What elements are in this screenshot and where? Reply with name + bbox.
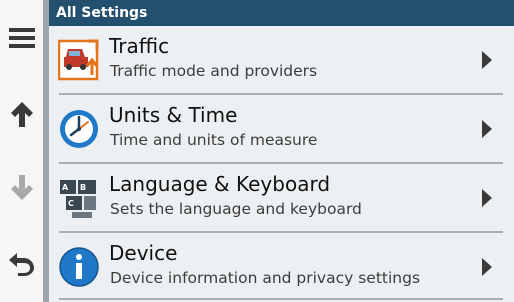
- settings-item-subtitle: Device information and privacy settings: [110, 269, 421, 287]
- page-title: All Settings: [49, 0, 514, 26]
- settings-list: Traffic Traffic mode and providers Units…: [49, 26, 514, 302]
- settings-item-subtitle: Traffic mode and providers: [110, 62, 318, 80]
- chevron-right-icon: [482, 51, 492, 69]
- keyboard-icon: A B C: [60, 180, 96, 218]
- back-icon: [8, 253, 34, 276]
- settings-item-title: Device: [109, 241, 178, 265]
- divider: [59, 298, 503, 300]
- settings-item-title: Traffic: [109, 34, 170, 58]
- menu-icon: [8, 28, 35, 48]
- arrow-up-icon: [10, 102, 33, 127]
- settings-item-subtitle: Sets the language and keyboard: [110, 200, 362, 218]
- settings-item-units-time[interactable]: Units & Time Time and units of measure: [49, 95, 514, 163]
- key-label-c: C: [68, 199, 74, 208]
- chevron-right-icon: [482, 120, 492, 138]
- clock-icon: [60, 110, 98, 148]
- settings-item-subtitle: Time and units of measure: [110, 131, 318, 149]
- back-button[interactable]: [0, 240, 43, 288]
- key-label-a: A: [62, 183, 69, 192]
- sidebar: [0, 0, 43, 302]
- traffic-icon: [58, 39, 99, 81]
- scroll-down-button[interactable]: [0, 164, 43, 212]
- menu-button[interactable]: [0, 14, 43, 62]
- settings-item-title: Language & Keyboard: [109, 172, 331, 196]
- arrow-down-icon: [10, 175, 33, 200]
- settings-item-language-keyboard[interactable]: A B C Language & Keyboard Sets the langu…: [49, 164, 514, 232]
- key-label-b: B: [80, 183, 86, 192]
- settings-item-device[interactable]: Device Device information and privacy se…: [49, 233, 514, 301]
- info-icon: [59, 247, 99, 287]
- settings-item-traffic[interactable]: Traffic Traffic mode and providers: [49, 26, 514, 94]
- settings-item-title: Units & Time: [109, 103, 238, 127]
- scroll-up-button[interactable]: [0, 90, 43, 138]
- chevron-right-icon: [482, 258, 492, 276]
- chevron-right-icon: [482, 189, 492, 207]
